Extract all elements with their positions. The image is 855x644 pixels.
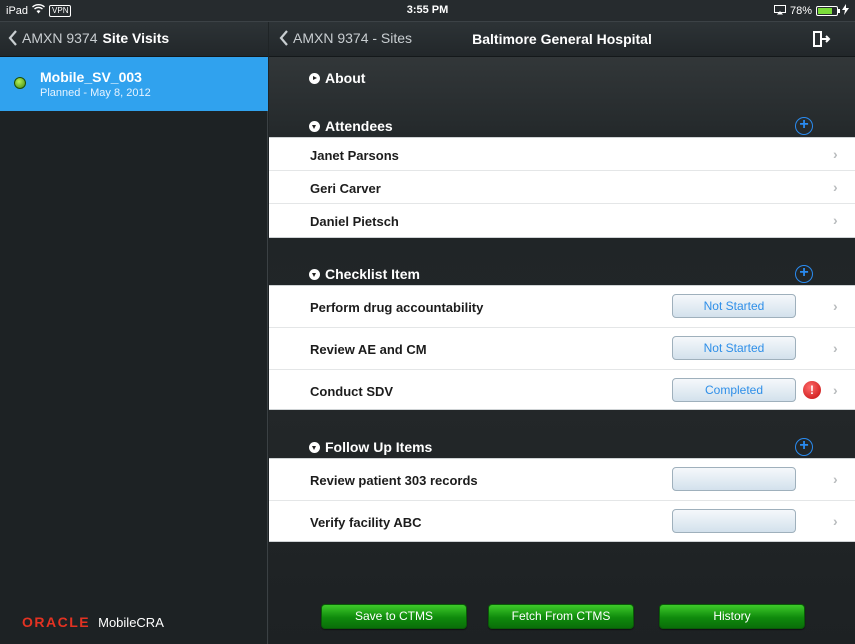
chevron-right-icon: › [833,340,838,356]
back-button-study[interactable]: AMXN 9374 Site Visits [8,30,169,46]
history-button[interactable]: History [659,604,805,629]
follow-up-list: Review patient 303 records › Verify faci… [269,458,855,542]
attendee-row[interactable]: Janet Parsons › [269,138,855,171]
checklist-header: Checklist Item + [269,264,855,284]
chevron-right-icon: › [833,179,838,195]
chevron-right-icon: › [833,146,838,162]
visit-name: Mobile_SV_003 [40,69,142,85]
follow-up-row[interactable]: Review patient 303 records › [269,459,855,501]
follow-up-label: Verify facility ABC [310,515,422,530]
chevron-right-icon: › [833,212,838,228]
site-detail-content: About Attendees + Janet Parsons › Geri C… [269,57,855,644]
plus-icon: + [799,437,809,454]
checklist-list: Perform drug accountability Not Started … [269,285,855,410]
status-badge[interactable]: Completed [672,378,796,402]
oracle-logo: ORACLE [22,614,91,630]
add-checklist-button[interactable]: + [795,265,813,283]
attendee-row[interactable]: Daniel Pietsch › [269,204,855,237]
save-to-ctms-button[interactable]: Save to CTMS [321,604,467,629]
checklist-toggle[interactable]: Checklist Item [309,266,420,282]
oracle-brand: ORACLE MobileCRA [22,614,164,630]
pane-title: Site Visits [102,30,170,46]
checklist-label: Perform drug accountability [310,300,484,315]
fetch-from-ctms-button[interactable]: Fetch From CTMS [488,604,634,629]
status-dot-icon [14,77,26,89]
back-label: AMXN 9374 [22,30,98,46]
chevron-right-icon: › [833,382,838,398]
battery-level [818,8,832,14]
status-bar: iPad VPN 3:55 PM 78% [0,0,855,22]
attendees-toggle[interactable]: Attendees [309,118,393,134]
screen-mirror-icon [773,4,786,18]
site-visits-header: AMXN 9374 Site Visits [0,22,268,57]
status-badge[interactable] [672,467,796,491]
battery-icon [816,6,840,16]
attendee-name: Daniel Pietsch [310,214,399,229]
checklist-row[interactable]: Review AE and CM Not Started › [269,328,855,370]
status-time: 3:55 PM [406,4,449,16]
checklist-row[interactable]: Conduct SDV Completed ! › [269,370,855,411]
follow-up-row[interactable]: Verify facility ABC › [269,501,855,543]
site-detail-pane: AMXN 9374 - Sites Baltimore General Hosp… [269,22,855,644]
charging-icon [842,4,849,18]
attendees-header: Attendees + [269,117,855,137]
disclosure-right-icon [309,72,320,84]
attendee-row[interactable]: Geri Carver › [269,171,855,204]
chevron-left-icon [8,30,17,46]
status-badge[interactable]: Not Started [672,294,796,318]
site-detail-header: AMXN 9374 - Sites Baltimore General Hosp… [269,22,855,57]
exit-icon [813,31,831,47]
product-name: MobileCRA [98,614,164,630]
site-visits-pane: AMXN 9374 Site Visits Mobile_SV_003 Plan… [0,22,268,644]
checklist-label: Review AE and CM [310,342,427,357]
app-root: iPad VPN 3:55 PM 78% AMXN 9374 Site Visi… [0,0,855,644]
chevron-right-icon: › [833,471,838,487]
attendee-name: Geri Carver [310,181,381,196]
checklist-title: Checklist Item [325,266,420,282]
attendee-name: Janet Parsons [310,148,399,163]
status-right: 78% [773,4,849,18]
follow-up-toggle[interactable]: Follow Up Items [309,439,432,455]
disclosure-down-icon [309,441,320,453]
about-toggle[interactable]: About [309,70,365,86]
status-badge[interactable]: Not Started [672,336,796,360]
about-title: About [325,70,366,86]
attendees-title: Attendees [325,118,393,134]
plus-icon: + [799,116,809,133]
checklist-row[interactable]: Perform drug accountability Not Started … [269,286,855,328]
disclosure-down-icon [309,268,320,280]
chevron-right-icon: › [833,513,838,529]
alert-icon[interactable]: ! [803,381,821,399]
attendees-list: Janet Parsons › Geri Carver › Daniel Pie… [269,137,855,238]
disclosure-down-icon [309,120,320,132]
follow-up-header: Follow Up Items + [269,437,855,457]
follow-up-title: Follow Up Items [325,439,433,455]
chevron-right-icon: › [833,298,838,314]
status-badge[interactable] [672,509,796,533]
checklist-label: Conduct SDV [310,384,394,399]
add-follow-up-button[interactable]: + [795,438,813,456]
site-title: Baltimore General Hospital [472,31,652,47]
follow-up-label: Review patient 303 records [310,473,478,488]
visit-status-date: Planned - May 8, 2012 [40,87,151,99]
site-visit-item[interactable]: Mobile_SV_003 Planned - May 8, 2012 [0,57,268,111]
add-attendee-button[interactable]: + [795,117,813,135]
plus-icon: + [799,264,809,281]
logout-button[interactable] [809,28,831,50]
about-section: About [269,57,855,92]
battery-percent: 78% [789,5,812,17]
